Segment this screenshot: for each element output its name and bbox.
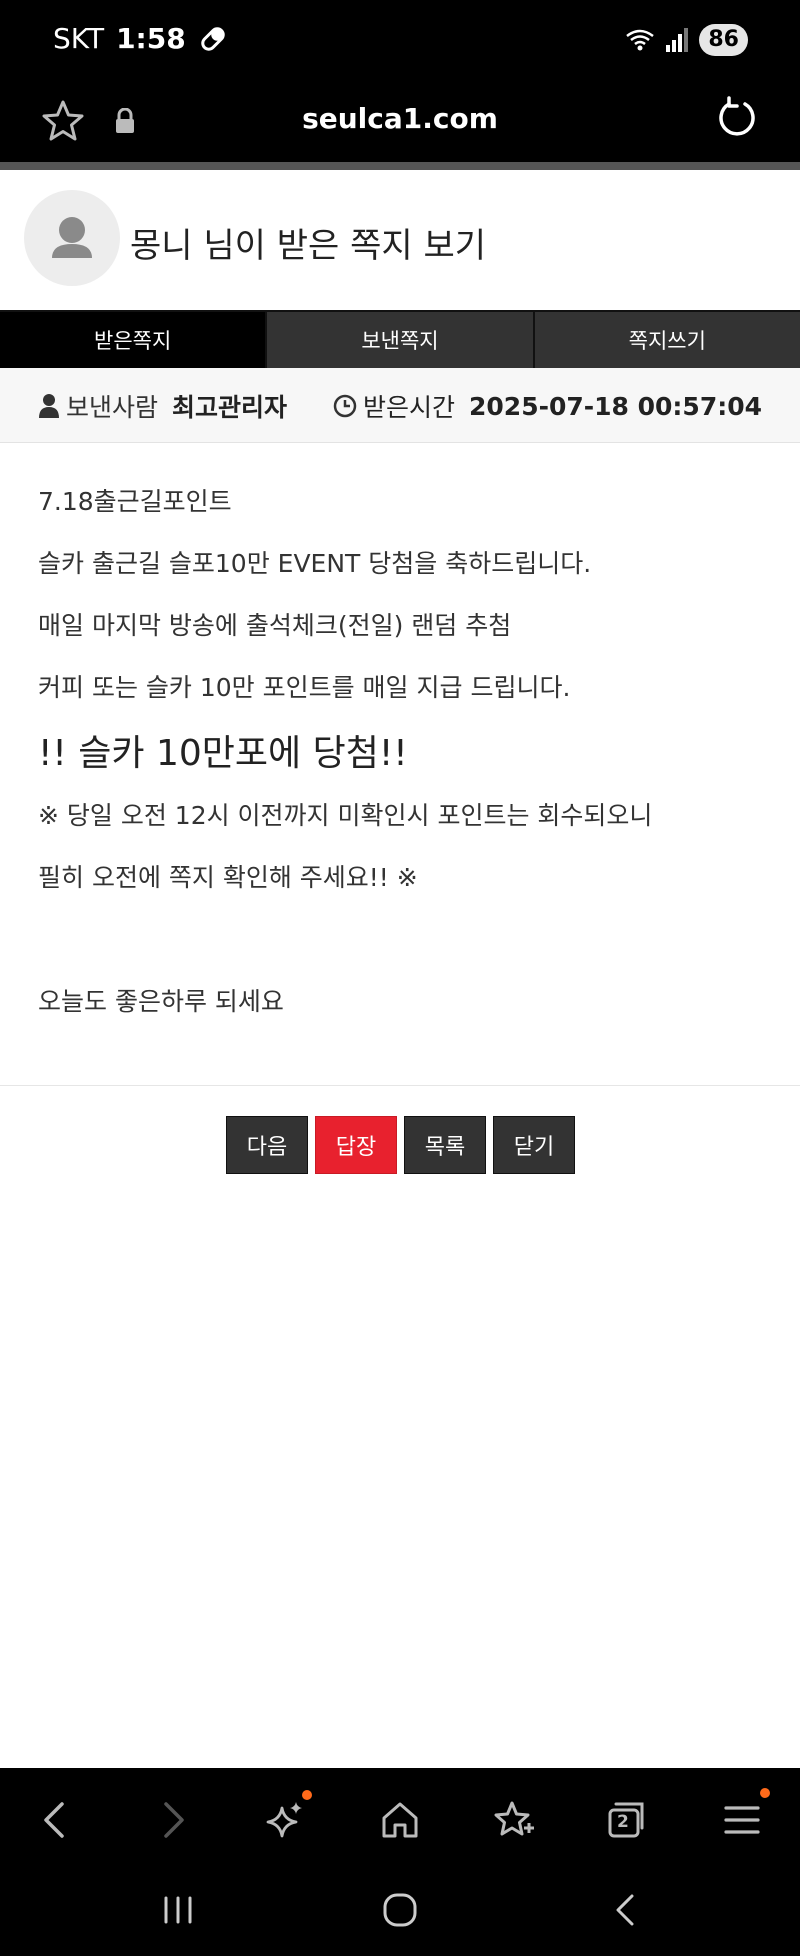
reply-button[interactable]: 답장: [315, 1116, 397, 1174]
message-body: 7.18출근길포인트 슬카 출근길 슬포10만 EVENT 당첨을 축하드립니다…: [38, 478, 778, 1040]
user-icon: [52, 217, 92, 258]
pill-icon: [200, 26, 225, 51]
sender-label: 보낸사람: [66, 393, 159, 422]
sender-info: 보낸사람 최고관리자: [38, 388, 287, 424]
signal-icon: [666, 28, 689, 52]
message-line: 슬카 출근길 슬포10만 EVENT 당첨을 축하드립니다.: [38, 549, 592, 578]
user-icon: [39, 394, 59, 418]
menu-icon[interactable]: [720, 1798, 764, 1842]
status-right: 86: [625, 24, 748, 56]
message-line: 필히 오전에 쪽지 확인해 주세요!! ※: [38, 863, 418, 892]
recent-apps-icon[interactable]: [158, 1890, 198, 1930]
back-arrow-icon[interactable]: [34, 1798, 78, 1842]
browser-bottom-nav: 2: [0, 1768, 800, 1868]
address-bar[interactable]: seulca1.com: [0, 102, 800, 135]
carrier-name: SKT: [53, 22, 105, 55]
next-button[interactable]: 다음: [226, 1116, 308, 1174]
page-header: 몽니 님이 받은 쪽지 보기: [0, 170, 800, 310]
system-nav-bar: [0, 1868, 800, 1956]
received-time: 2025-07-18 00:57:04: [469, 391, 762, 421]
sparkle-ai-icon[interactable]: [264, 1798, 308, 1842]
notification-dot: [760, 1788, 770, 1798]
notification-dot: [302, 1790, 312, 1800]
message-info: 보낸사람 최고관리자 받은시간 2025-07-18 00:57:04: [0, 368, 800, 443]
forward-arrow-icon[interactable]: [150, 1798, 194, 1842]
page-load-bar: [0, 162, 800, 170]
close-button[interactable]: 닫기: [493, 1116, 575, 1174]
avatar: [24, 190, 120, 286]
browser-toolbar: seulca1.com: [0, 84, 800, 162]
clock-icon: [333, 394, 357, 418]
message-line: 7.18출근길포인트: [38, 487, 232, 516]
system-back-icon[interactable]: [606, 1890, 646, 1930]
tab-sent[interactable]: 보낸쪽지: [267, 310, 533, 368]
sender-name[interactable]: 최고관리자: [172, 388, 287, 424]
tab-compose[interactable]: 쪽지쓰기: [534, 310, 800, 368]
status-bar: SKT 1:58 86: [0, 0, 800, 84]
received-label: 받은시간: [363, 393, 456, 422]
message-actions: 다음 답장 목록 닫기: [226, 1116, 575, 1174]
bookmarks-icon[interactable]: [492, 1798, 536, 1842]
received-info: 받은시간 2025-07-18 00:57:04: [333, 388, 762, 424]
reload-icon[interactable]: [714, 96, 760, 142]
tabs-count: 2: [617, 1812, 629, 1832]
content-divider: [0, 1085, 800, 1086]
message-tabs: 받은쪽지 보낸쪽지 쪽지쓰기: [0, 310, 800, 368]
status-time: 1:58: [116, 22, 186, 55]
tab-inbox[interactable]: 받은쪽지: [0, 310, 266, 368]
wifi-icon: [626, 29, 655, 51]
tabs-button[interactable]: 2: [604, 1798, 648, 1842]
status-left: SKT 1:58: [53, 22, 228, 55]
battery-indicator: 86: [699, 24, 748, 56]
list-button[interactable]: 목록: [404, 1116, 486, 1174]
page-title: 몽니 님이 받은 쪽지 보기: [130, 226, 487, 266]
message-line: ※ 당일 오전 12시 이전까지 미확인시 포인트는 회수되오니: [38, 801, 653, 830]
home-circle-icon[interactable]: [380, 1890, 420, 1930]
home-icon[interactable]: [378, 1798, 422, 1842]
message-line: [38, 916, 778, 978]
message-headline: !! 슬카 10만포에 당첨!!: [38, 733, 408, 774]
message-line: 커피 또는 슬카 10만 포인트를 매일 지급 드립니다.: [38, 673, 571, 702]
message-line: 매일 마지막 방송에 출석체크(전일) 랜덤 추첨: [38, 611, 512, 640]
message-line: 오늘도 좋은하루 되세요: [38, 987, 284, 1016]
